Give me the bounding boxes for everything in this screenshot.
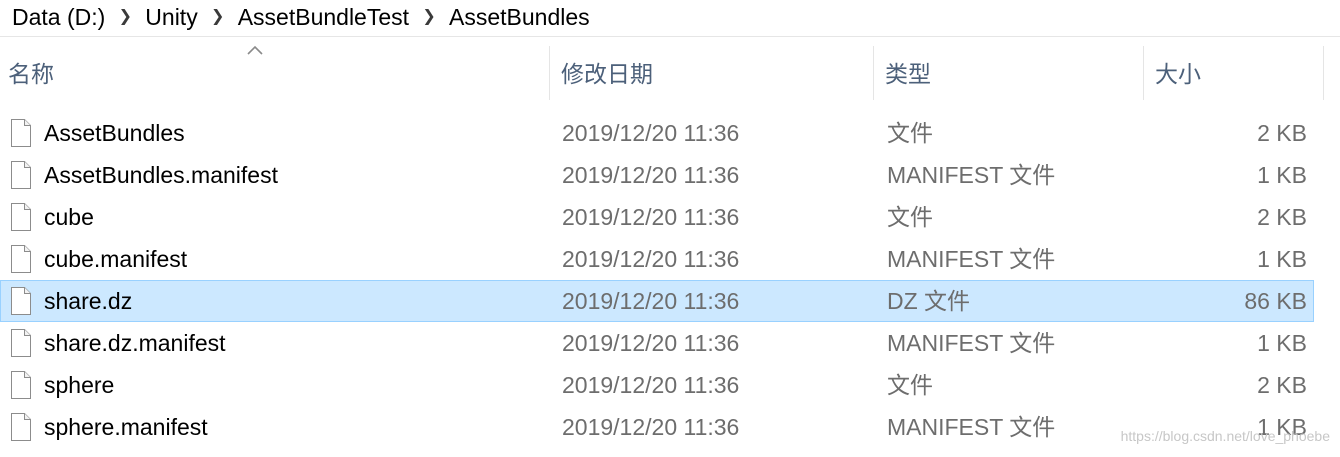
file-size: 1 KB	[1257, 162, 1307, 188]
file-date-modified: 2019/12/20 11:36	[562, 330, 740, 356]
file-row[interactable]: sphere.manifest 2019/12/20 11:36 MANIFEST …	[0, 406, 1314, 448]
file-row[interactable]: cube 2019/12/20 11:36 文件 2 KB	[0, 196, 1314, 238]
column-divider[interactable]	[1323, 46, 1324, 100]
breadcrumb-item-drive[interactable]: Data (D:)	[12, 4, 105, 31]
chevron-right-icon[interactable]: ❯	[198, 6, 238, 26]
file-row[interactable]: sphere 2019/12/20 11:36 文件 2 KB	[0, 364, 1314, 406]
file-type: MANIFEST 文件	[887, 414, 1056, 440]
file-icon[interactable]	[9, 370, 33, 400]
file-name: sphere	[44, 372, 115, 398]
column-header-type[interactable]: 类型	[877, 46, 1143, 100]
column-header-size[interactable]: 大小	[1147, 46, 1323, 100]
file-date-modified: 2019/12/20 11:36	[562, 162, 740, 188]
file-name: cube	[44, 204, 94, 230]
file-name: AssetBundles.manifest	[44, 162, 278, 188]
file-date-modified: 2019/12/20 11:36	[562, 246, 740, 272]
file-size: 2 KB	[1257, 120, 1307, 146]
file-icon[interactable]	[9, 160, 33, 190]
chevron-right-icon[interactable]: ❯	[409, 6, 449, 26]
file-size: 2 KB	[1257, 372, 1307, 398]
breadcrumb-item-assetbundletest[interactable]: AssetBundleTest	[238, 4, 409, 31]
file-icon[interactable]	[9, 328, 33, 358]
file-row[interactable]: cube.manifest 2019/12/20 11:36 MANIFEST 文件…	[0, 238, 1314, 280]
column-divider[interactable]	[873, 46, 874, 100]
file-date-modified: 2019/12/20 11:36	[562, 120, 740, 146]
file-type: 文件	[887, 120, 933, 146]
file-row[interactable]: AssetBundles.manifest 2019/12/20 11:36 MAN…	[0, 154, 1314, 196]
file-name: share.dz	[44, 288, 133, 314]
column-divider[interactable]	[549, 46, 550, 100]
file-type: DZ 文件	[887, 288, 971, 314]
file-size: 1 KB	[1257, 246, 1307, 272]
file-icon[interactable]	[9, 412, 33, 442]
file-type: MANIFEST 文件	[887, 246, 1056, 272]
file-name: share.dz.manifest	[44, 330, 226, 356]
file-icon[interactable]	[9, 244, 33, 274]
file-name: cube.manifest	[44, 246, 188, 272]
column-header-name[interactable]: 名称	[0, 46, 549, 100]
column-header-date[interactable]: 修改日期	[553, 46, 873, 100]
file-date-modified: 2019/12/20 11:36	[562, 414, 740, 440]
file-type: MANIFEST 文件	[887, 162, 1056, 188]
chevron-right-icon[interactable]: ❯	[105, 6, 145, 26]
toolbar-divider	[0, 36, 1340, 37]
breadcrumb-item-unity[interactable]: Unity	[145, 4, 197, 31]
file-size: 2 KB	[1257, 204, 1307, 230]
breadcrumb-item-assetbundles[interactable]: AssetBundles	[449, 4, 590, 31]
file-icon[interactable]	[9, 118, 33, 148]
file-date-modified: 2019/12/20 11:36	[562, 204, 740, 230]
file-icon[interactable]	[9, 202, 33, 232]
file-type: 文件	[887, 204, 933, 230]
file-icon[interactable]	[9, 286, 33, 316]
file-row[interactable]: share.dz.manifest 2019/12/20 11:36 MANIFES…	[0, 322, 1314, 364]
watermark: https://blog.csdn.net/love_phoebe	[1120, 428, 1330, 444]
file-type: MANIFEST 文件	[887, 330, 1056, 356]
file-size: 1 KB	[1257, 330, 1307, 356]
file-row[interactable]: share.dz 2019/12/20 11:36 DZ 文件 86 KB	[0, 280, 1314, 322]
file-type: 文件	[887, 372, 933, 398]
file-name: AssetBundles	[44, 120, 185, 146]
file-date-modified: 2019/12/20 11:36	[562, 288, 740, 314]
file-size: 86 KB	[1244, 288, 1307, 314]
file-name: sphere.manifest	[44, 414, 208, 440]
breadcrumb: Data (D:) ❯ Unity ❯ AssetBundleTest ❯ As…	[0, 0, 1340, 34]
column-header-row: 名称 修改日期 类型 大小	[0, 46, 1340, 100]
file-row[interactable]: AssetBundles 2019/12/20 11:36 文件 2 KB	[0, 112, 1314, 154]
file-list: AssetBundles 2019/12/20 11:36 文件 2 KB AssetB…	[0, 112, 1340, 448]
column-divider[interactable]	[1143, 46, 1144, 100]
file-date-modified: 2019/12/20 11:36	[562, 372, 740, 398]
